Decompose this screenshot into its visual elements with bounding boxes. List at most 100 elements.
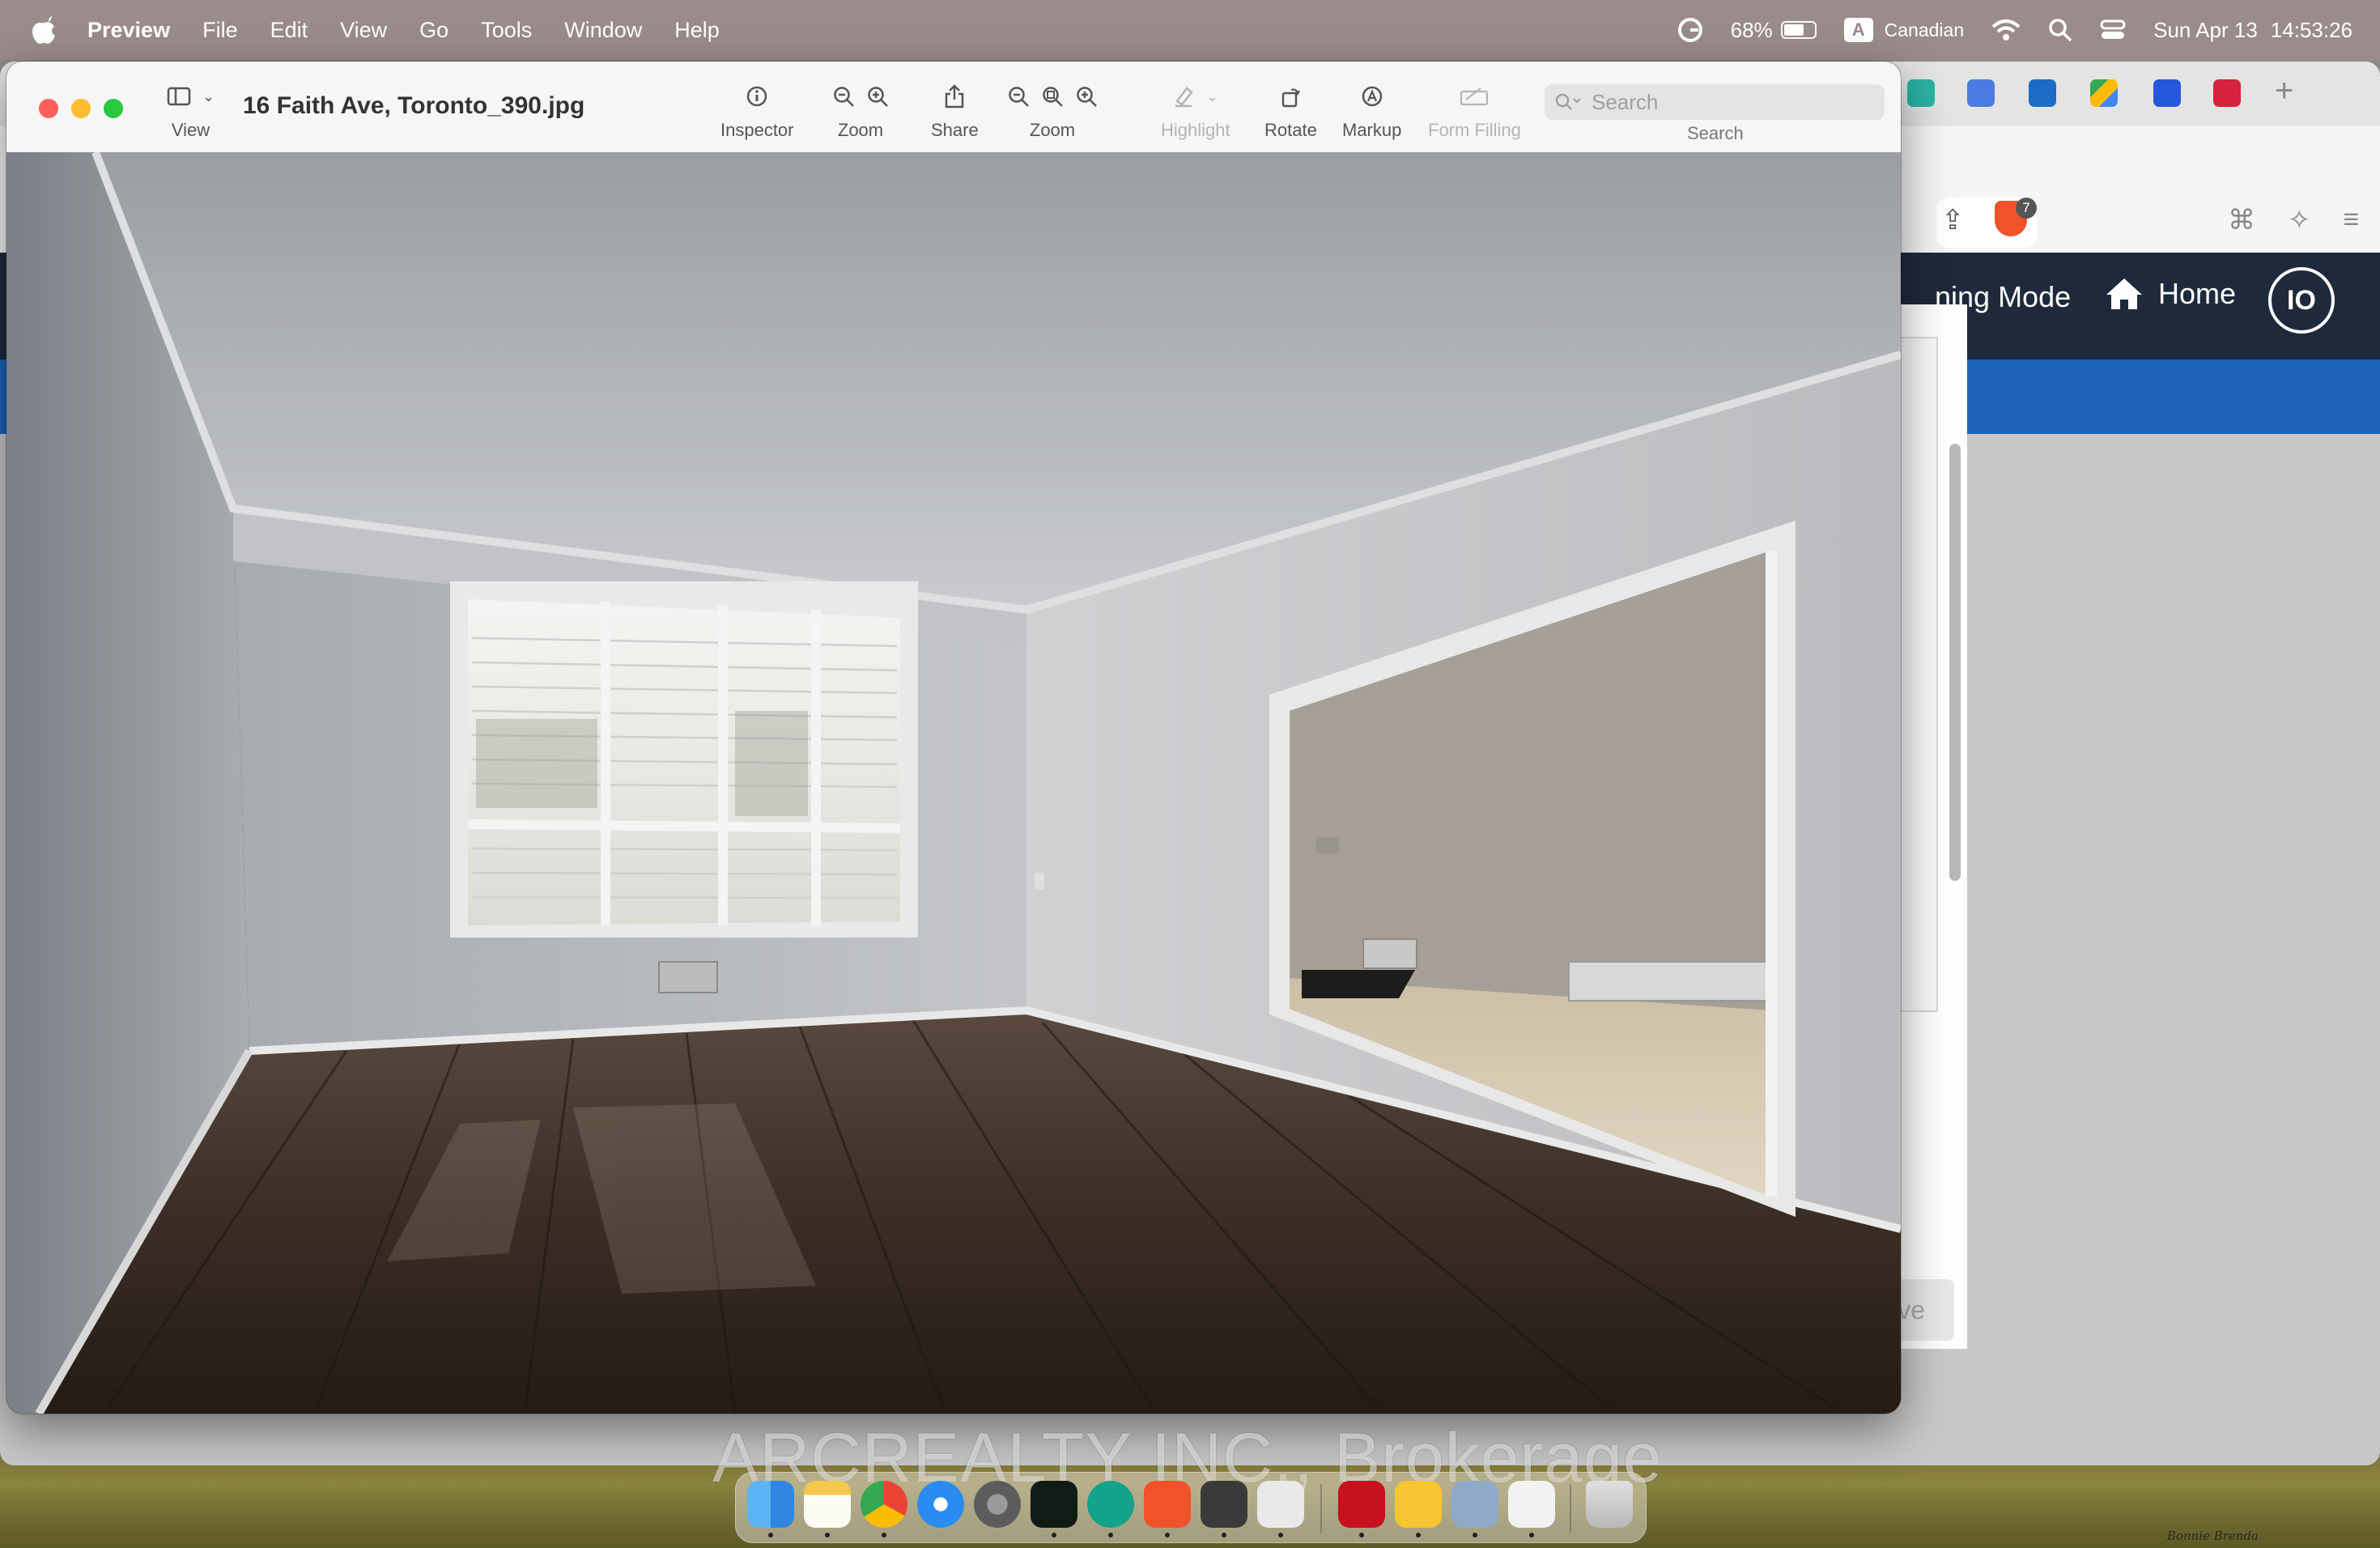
- grammarly-icon[interactable]: [1087, 1481, 1134, 1528]
- new-tab-icon[interactable]: +: [2275, 73, 2293, 109]
- menubar-clock[interactable]: 14:53:26: [2271, 18, 2352, 43]
- screenshot-folder-icon[interactable]: [1451, 1481, 1498, 1528]
- running-indicator: [1359, 1533, 1364, 1537]
- battery-status[interactable]: 68%: [1731, 18, 1817, 43]
- running-indicator: [1278, 1533, 1283, 1537]
- control-center-icon[interactable]: [2100, 19, 2126, 41]
- share-label: Share: [931, 120, 979, 140]
- photo-booth-icon[interactable]: [1201, 1481, 1247, 1528]
- tips-icon[interactable]: [1395, 1481, 1442, 1528]
- apple-logo-icon[interactable]: [31, 14, 58, 46]
- grammarly-icon[interactable]: [1677, 17, 1703, 43]
- input-source-icon: A: [1843, 18, 1873, 42]
- view-menu-button[interactable]: ⌄ View: [167, 79, 215, 141]
- chevron-down-icon: ⌄: [202, 87, 215, 104]
- running-indicator: [1529, 1533, 1534, 1537]
- preview-toolbar: ⌄ View 16 Faith Ave, Toronto_390.jpg Ins…: [6, 62, 1901, 153]
- info-icon: [747, 86, 767, 107]
- menu-icon[interactable]: ≡: [2344, 204, 2360, 236]
- search-field[interactable]: [1545, 84, 1885, 120]
- brave-shields-count: 7: [2016, 198, 2037, 219]
- zoom-in-icon[interactable]: [1075, 85, 1098, 108]
- safari-icon[interactable]: [917, 1481, 964, 1528]
- zoom-buttons-right[interactable]: Zoom: [1007, 79, 1098, 141]
- sync-tab-icon[interactable]: [2029, 79, 2056, 107]
- share-icon: [946, 84, 964, 108]
- battery-icon: [1780, 21, 1817, 39]
- share-button[interactable]: Share: [931, 79, 979, 141]
- running-indicator: [1108, 1533, 1113, 1537]
- fullscreen-window-button[interactable]: [104, 99, 123, 118]
- search-icon: [1555, 93, 1581, 110]
- menu-go[interactable]: Go: [419, 18, 448, 43]
- site-scrollbar[interactable]: [1949, 444, 1961, 881]
- input-source[interactable]: A Canadian: [1843, 18, 1964, 42]
- inspector-label: Inspector: [720, 120, 794, 140]
- trash-icon[interactable]: [1586, 1481, 1633, 1528]
- user-avatar[interactable]: IO: [2268, 267, 2335, 334]
- running-indicator: [768, 1533, 773, 1537]
- room-photo[interactable]: [6, 152, 1901, 1414]
- running-indicator: [1052, 1533, 1056, 1537]
- sparkle-icon[interactable]: ✧: [2288, 204, 2311, 236]
- markup-label: Markup: [1342, 120, 1402, 140]
- app-menu[interactable]: Preview: [87, 18, 170, 43]
- voice-memos-icon[interactable]: [1031, 1481, 1077, 1528]
- home-link[interactable]: Home: [2105, 277, 2236, 311]
- inspector-button[interactable]: Inspector: [720, 79, 794, 141]
- menu-file[interactable]: File: [202, 18, 238, 43]
- zoom-buttons-left[interactable]: Zoom: [832, 79, 889, 141]
- zoom-in-icon[interactable]: [866, 85, 889, 108]
- home-icon: [2106, 279, 2142, 309]
- preview-window[interactable]: ⌄ View 16 Faith Ave, Toronto_390.jpg Ins…: [6, 62, 1901, 1414]
- documents-folder-icon[interactable]: [1508, 1481, 1555, 1528]
- menubar-date[interactable]: Sun Apr 13: [2153, 18, 2258, 43]
- form-filling-button[interactable]: Form Filling: [1428, 79, 1521, 141]
- running-indicator: [882, 1533, 886, 1537]
- acrobat-icon[interactable]: [1338, 1481, 1385, 1528]
- translate-tab-icon[interactable]: [1967, 79, 1995, 107]
- zoom-out-icon[interactable]: [832, 85, 855, 108]
- notes-icon[interactable]: [804, 1481, 851, 1528]
- system-settings-icon[interactable]: [974, 1481, 1021, 1528]
- home-label: Home: [2158, 277, 2237, 310]
- rotate-button[interactable]: Rotate: [1264, 79, 1317, 141]
- menu-view[interactable]: View: [340, 18, 387, 43]
- close-window-button[interactable]: [39, 99, 58, 118]
- share-icon[interactable]: ⇪: [1941, 204, 1965, 236]
- app-tab-icon[interactable]: [2153, 79, 2181, 107]
- running-indicator: [1165, 1533, 1170, 1537]
- dock-separator: [1570, 1484, 1571, 1533]
- finder-icon[interactable]: [747, 1481, 794, 1528]
- wifi-icon[interactable]: [1991, 19, 2021, 41]
- running-indicator: [1222, 1533, 1226, 1537]
- chrome-icon[interactable]: [861, 1481, 907, 1528]
- google-drive-tab-icon[interactable]: [2090, 79, 2118, 107]
- sidebar-icon: [167, 87, 191, 106]
- pdf-tab-icon[interactable]: [2213, 79, 2241, 107]
- minimize-window-button[interactable]: [71, 99, 91, 118]
- markup-button[interactable]: Markup: [1342, 79, 1401, 141]
- battery-percent: 68%: [1730, 17, 1773, 42]
- form-filling-icon: [1460, 87, 1489, 106]
- brave-icon[interactable]: [1144, 1481, 1191, 1528]
- extension-tab-icon[interactable]: [1907, 79, 1935, 107]
- search-input[interactable]: [1590, 88, 1868, 116]
- extensions-icon[interactable]: ⌘: [2228, 204, 2255, 236]
- menu-help[interactable]: Help: [674, 18, 720, 43]
- status-area: 68% A Canadian Sun Apr 13 14:53:26: [1677, 0, 2352, 60]
- menu-window[interactable]: Window: [564, 18, 642, 43]
- menu-tools[interactable]: Tools: [481, 18, 532, 43]
- zoom-to-fit-icon[interactable]: [1041, 85, 1064, 108]
- rotate-icon: [1282, 88, 1301, 108]
- running-indicator: [1416, 1533, 1421, 1537]
- highlight-button[interactable]: ⌄ Highlight: [1161, 79, 1230, 141]
- view-label: View: [171, 120, 210, 140]
- document-title[interactable]: 16 Faith Ave, Toronto_390.jpg: [243, 92, 584, 120]
- highlighter-icon: [1175, 87, 1193, 108]
- spotlight-search-icon[interactable]: [2048, 18, 2072, 42]
- preview-app-icon[interactable]: [1257, 1481, 1304, 1528]
- zoom-label-right: Zoom: [1029, 120, 1076, 140]
- menu-edit[interactable]: Edit: [270, 18, 308, 43]
- zoom-out-icon[interactable]: [1007, 85, 1030, 108]
